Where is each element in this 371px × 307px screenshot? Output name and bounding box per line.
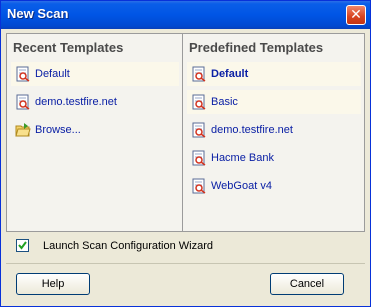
predefined-templates-header: Predefined Templates [189,40,324,55]
predefined-template-label: demo.testfire.net [211,124,293,136]
launch-wizard-checkbox[interactable] [16,239,29,252]
cancel-button[interactable]: Cancel [270,273,344,295]
predefined-template-basic[interactable]: Basic [187,90,361,114]
close-button[interactable]: ✕ [346,5,366,25]
predefined-template-demo-testfire[interactable]: demo.testfire.net [187,118,361,142]
predefined-template-default[interactable]: Default [187,62,361,86]
recent-template-label: Browse... [35,124,81,136]
check-icon [18,241,27,250]
new-scan-dialog: New Scan ✕ Recent Templates Default demo… [0,0,371,307]
help-button[interactable]: Help [16,273,90,295]
predefined-template-label: WebGoat v4 [211,180,272,192]
scan-template-icon [192,150,206,166]
launch-wizard-label: Launch Scan Configuration Wizard [43,240,213,252]
dialog-title: New Scan [7,6,69,21]
predefined-template-label: Hacme Bank [211,152,274,164]
title-bar[interactable]: New Scan ✕ [1,1,370,29]
predefined-template-hacme-bank[interactable]: Hacme Bank [187,146,361,170]
predefined-templates-column: Predefined Templates Default Basic demo.… [183,34,364,231]
predefined-template-label: Default [211,68,249,80]
scan-template-icon [192,122,206,138]
scan-template-icon [16,94,30,110]
scan-template-icon [192,94,206,110]
recent-template-demo-testfire[interactable]: demo.testfire.net [11,90,179,114]
recent-templates-column: Recent Templates Default demo.testfire.n… [7,34,182,231]
recent-template-label: Default [35,68,70,80]
wizard-option-row: Launch Scan Configuration Wizard [6,237,365,257]
recent-templates-header: Recent Templates [13,40,124,55]
templates-panel: Recent Templates Default demo.testfire.n… [6,33,365,232]
recent-template-browse[interactable]: Browse... [11,118,179,142]
recent-template-label: demo.testfire.net [35,96,117,108]
scan-template-icon [192,66,206,82]
folder-open-icon [15,123,31,137]
button-bar: Help Cancel [6,263,365,302]
close-icon: ✕ [350,7,362,23]
predefined-template-webgoat[interactable]: WebGoat v4 [187,174,361,198]
scan-template-icon [192,178,206,194]
recent-template-default[interactable]: Default [11,62,179,86]
scan-template-icon [16,66,30,82]
predefined-template-label: Basic [211,96,238,108]
